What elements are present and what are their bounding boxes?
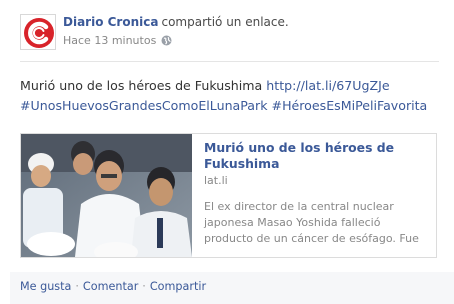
diario-cronica-logo [21,15,55,49]
page-avatar[interactable] [20,14,56,50]
post-action-text: compartió un enlace. [161,15,289,29]
post-footer: Me gusta · Comentar · Compartir [10,272,454,304]
post-meta: Hace 13 minutos [63,34,172,47]
link-preview-image[interactable] [21,134,192,257]
globe-icon[interactable] [161,35,172,46]
author-line: Diario Cronica compartió un enlace. [63,15,289,29]
link-preview-domain: lat.li [204,174,228,187]
author-name[interactable]: Diario Cronica [63,15,158,29]
separator: · [142,280,146,293]
post-header: Diario Cronica compartió un enlace. Hace … [20,14,440,58]
link-preview-card[interactable]: Murió uno de los héroes de Fukushima lat… [20,133,437,258]
like-button[interactable]: Me gusta [20,280,71,293]
message-link[interactable]: http://lat.li/67UgZJe [266,78,389,93]
link-preview-description: El ex director de la central nuclear jap… [204,200,419,245]
share-button[interactable]: Compartir [150,280,206,293]
post-message: Murió uno de los héroes de Fukushima htt… [20,76,440,116]
comment-button[interactable]: Comentar [83,280,138,293]
header-divider [20,61,439,62]
action-links: Me gusta · Comentar · Compartir [20,280,206,293]
separator: · [75,280,79,293]
post: Diario Cronica compartió un enlace. Hace … [0,0,454,304]
message-text: Murió uno de los héroes de Fukushima [20,78,263,93]
link-preview-text: Murió uno de los héroes de Fukushima lat… [204,140,432,247]
hashtag-link[interactable]: #HéroesEsMiPeliFavorita [272,98,428,113]
link-preview-title[interactable]: Murió uno de los héroes de Fukushima [204,140,432,172]
hashtag-link[interactable]: #UnosHuevosGrandesComoElLunaPark [20,98,268,113]
post-timestamp[interactable]: Hace 13 minutos [63,34,156,47]
